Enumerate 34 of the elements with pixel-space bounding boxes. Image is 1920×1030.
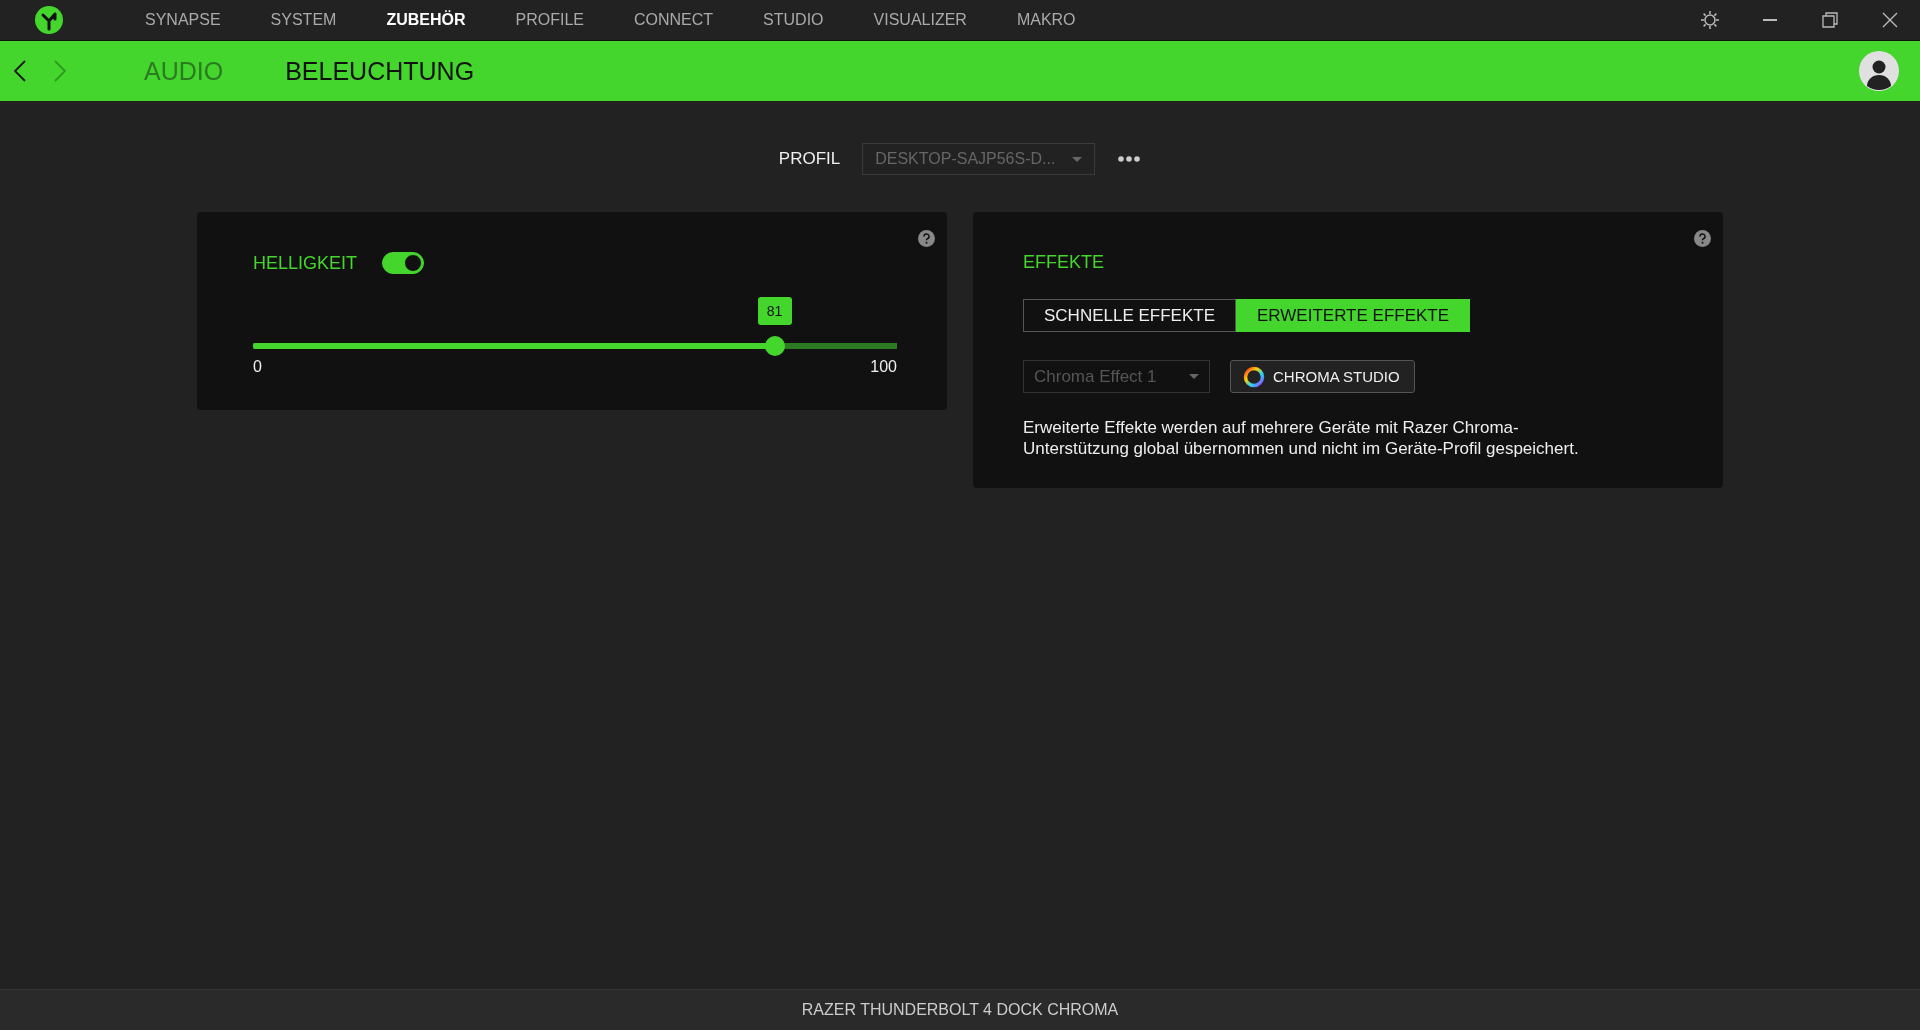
nav-tab[interactable]: SYSTEM: [245, 11, 362, 29]
color-ring-icon: [1243, 365, 1265, 388]
effects-title: EFFEKTE: [1023, 252, 1104, 272]
profile-label: PROFIL: [778, 149, 841, 169]
close-icon[interactable]: [1882, 12, 1898, 28]
restore-icon[interactable]: [1822, 12, 1838, 28]
help-icon[interactable]: [918, 230, 935, 247]
nav-tab[interactable]: PROFILE: [490, 11, 609, 29]
effect-mode-tab[interactable]: ERWEITERTE EFFEKTE: [1236, 299, 1471, 332]
nav-tab[interactable]: STUDIO: [738, 11, 849, 29]
back-icon[interactable]: [14, 60, 26, 82]
nav-tab[interactable]: CONNECT: [608, 11, 739, 29]
max-label: 100: [870, 358, 897, 376]
min-label: 0: [253, 358, 262, 376]
avatar-icon[interactable]: [1859, 51, 1899, 91]
device-name: RAZER THUNDERBOLT 4 DOCK CHROMA: [801, 1001, 1119, 1019]
nav-tab[interactable]: VISUALIZER: [848, 11, 992, 29]
nav-tab[interactable]: SYNAPSE: [120, 11, 246, 29]
effect-mode-tab[interactable]: SCHNELLE EFFEKTE: [1023, 299, 1236, 332]
effects-description: Erweiterte Effekte werden auf mehrere Geräte mit Razer Chroma-Unterstützung global übernommen und nicht im Geräte-Profil gespeichert.: [1023, 417, 1580, 459]
more-icon[interactable]: [1117, 155, 1142, 163]
brightness-title: HELLIGKEIT: [253, 252, 358, 274]
caret-icon: [1189, 374, 1199, 379]
settings-icon[interactable]: [1701, 11, 1719, 29]
nav-tab[interactable]: ZUBEHÖR: [361, 11, 491, 29]
logo-icon[interactable]: [34, 5, 64, 35]
brightness-toggle[interactable]: [382, 252, 425, 274]
sub-tab[interactable]: BELEUCHTUNG: [285, 56, 475, 86]
chroma-studio-button[interactable]: CHROMA STUDIO: [1230, 360, 1415, 393]
slider-value: 81: [757, 297, 792, 325]
nav-tab[interactable]: MAKRO: [991, 11, 1101, 29]
slider-thumb[interactable]: [764, 336, 785, 356]
help-icon[interactable]: [1694, 230, 1711, 247]
caret-icon: [1072, 156, 1083, 162]
